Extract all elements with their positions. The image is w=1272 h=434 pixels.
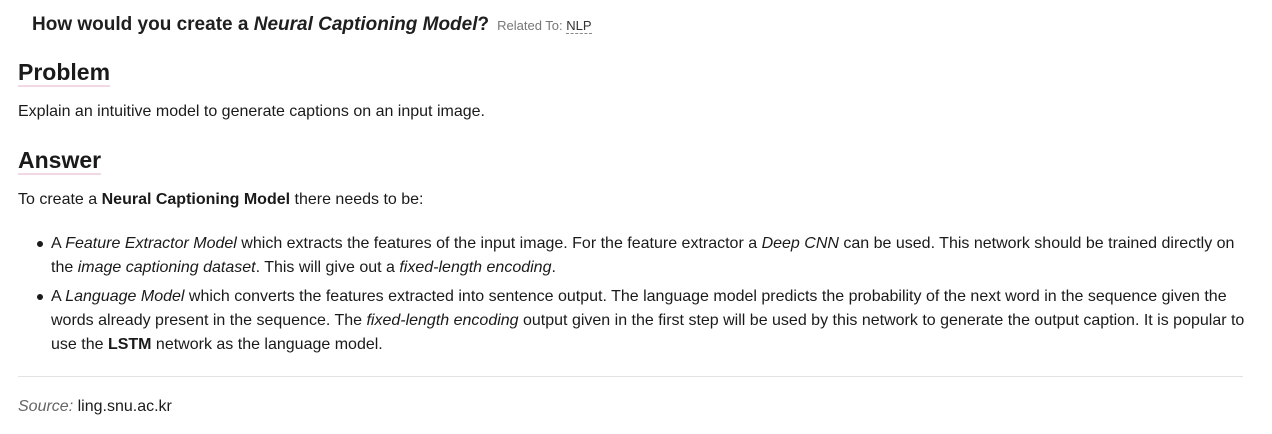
question-emphasis: Neural Captioning Model (253, 14, 478, 35)
answer-heading: Answer (18, 147, 102, 175)
related-label: Related To: (497, 18, 563, 33)
source-line: Source: ling.snu.ac.kr (18, 398, 172, 416)
answer-bullet-list: A Feature Extractor Model which extracts… (18, 232, 1250, 362)
answer-intro: To create a Neural Captioning Model ther… (18, 191, 424, 208)
question-suffix: ? (477, 14, 490, 35)
problem-heading: Problem (18, 59, 111, 87)
related-to: Related To: NLP (497, 18, 592, 34)
source-value: ling.snu.ac.kr (77, 398, 172, 415)
source-label: Source: (18, 398, 74, 415)
problem-text: Explain an intuitive model to generate c… (18, 103, 485, 120)
question-title: How would you create a Neural Captioning… (32, 14, 592, 36)
intro-bold-term: Neural Captioning Model (101, 191, 291, 208)
divider (18, 376, 1243, 377)
question-prefix: How would you create a (32, 14, 254, 35)
bullet-feature-extractor: A Feature Extractor Model which extracts… (18, 232, 1250, 280)
related-tag-link[interactable]: NLP (566, 18, 592, 34)
bullet-language-model: A Language Model which converts the feat… (18, 285, 1250, 357)
page: How would you create a Neural Captioning… (0, 0, 1272, 434)
